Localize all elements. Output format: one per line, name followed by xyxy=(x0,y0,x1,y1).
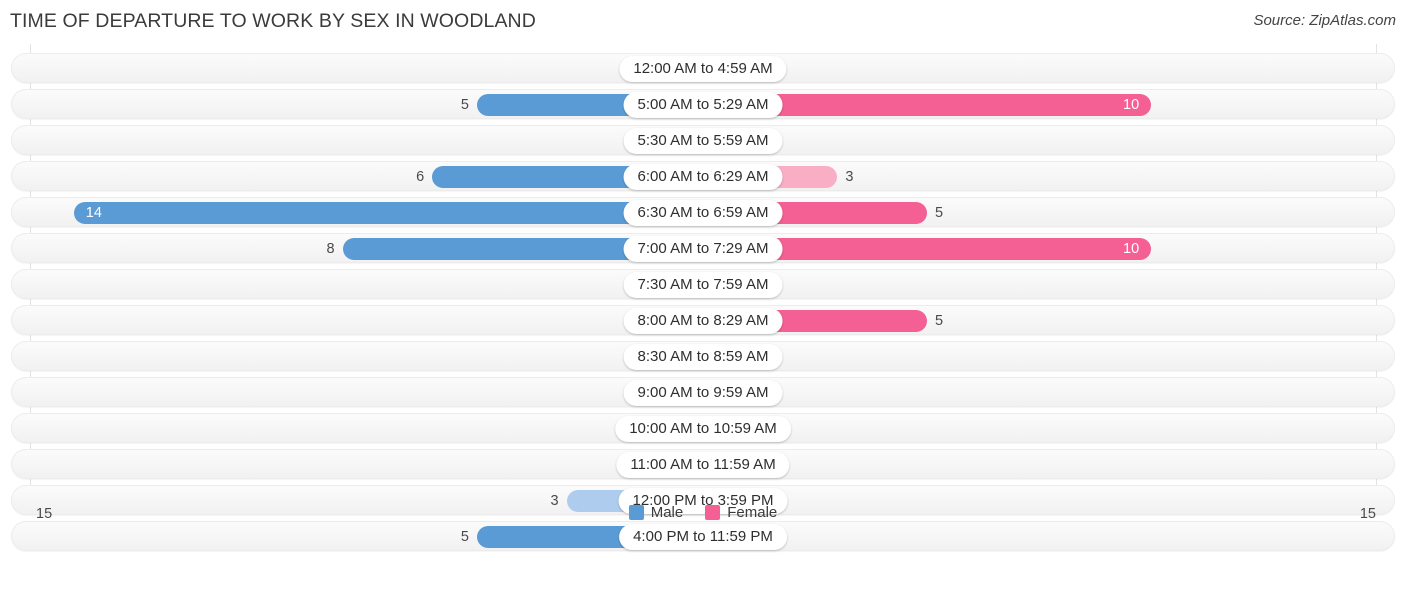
table-row: 117:30 AM to 7:59 AM xyxy=(11,269,1395,299)
value-label-female: 10 xyxy=(1123,97,1140,113)
table-row: 6 3 6:00 AM to 6:29 AM xyxy=(11,161,1395,191)
value-label-male: 5 xyxy=(460,97,469,113)
page-title: TIME OF DEPARTURE TO WORK BY SEX IN WOOD… xyxy=(10,10,536,32)
legend-swatch-male xyxy=(628,505,644,520)
category-label-pill: 10:00 AM to 10:59 AM xyxy=(615,416,791,442)
category-label-pill: 12:00 AM to 4:59 AM xyxy=(619,56,787,82)
value-label-female: 5 xyxy=(935,205,944,221)
legend-item-male[interactable]: Male xyxy=(628,504,684,521)
category-label-pill: 7:00 AM to 7:29 AM xyxy=(623,236,783,262)
category-label-pill: 11:00 AM to 11:59 AM xyxy=(616,452,790,478)
table-row: 058:00 AM to 8:29 AM xyxy=(11,305,1395,335)
table-row: 008:30 AM to 8:59 AM xyxy=(11,341,1395,371)
value-label-female: 3 xyxy=(845,169,854,185)
source-attribution: Source: ZipAtlas.com xyxy=(1253,12,1396,29)
table-row: 009:00 AM to 9:59 AM xyxy=(11,377,1395,407)
category-label-pill: 4:00 PM to 11:59 PM xyxy=(619,524,787,550)
table-row: 005:30 AM to 5:59 AM xyxy=(11,125,1395,155)
bar-male[interactable] xyxy=(73,202,701,224)
table-row: 0112:00 AM to 4:59 AM xyxy=(11,53,1395,83)
chart-header: TIME OF DEPARTURE TO WORK BY SEX IN WOOD… xyxy=(0,0,1406,44)
category-label-pill: 6:30 AM to 6:59 AM xyxy=(623,200,783,226)
legend-label-male: Male xyxy=(650,504,684,521)
chart-legend: Male Female xyxy=(0,504,1406,521)
category-label-pill: 5:00 AM to 5:29 AM xyxy=(623,92,783,118)
category-label-pill: 7:30 AM to 7:59 AM xyxy=(623,272,783,298)
table-row: 5 10 5:00 AM to 5:29 AM xyxy=(11,89,1395,119)
category-label-pill: 6:00 AM to 6:29 AM xyxy=(623,164,783,190)
category-label-pill: 5:30 AM to 5:59 AM xyxy=(623,128,783,154)
category-label-pill: 8:30 AM to 8:59 AM xyxy=(623,344,783,370)
table-row: 0011:00 AM to 11:59 AM xyxy=(11,449,1395,479)
value-label-female: 5 xyxy=(935,313,944,329)
legend-swatch-female xyxy=(705,505,721,520)
value-label-male: 14 xyxy=(85,205,102,221)
value-label-male: 8 xyxy=(326,241,335,257)
table-row: 0010:00 AM to 10:59 AM xyxy=(11,413,1395,443)
category-label-pill: 9:00 AM to 9:59 AM xyxy=(623,380,783,406)
legend-item-female[interactable]: Female xyxy=(705,504,777,521)
value-label-female: 10 xyxy=(1123,241,1140,257)
category-label-pill: 8:00 AM to 8:29 AM xyxy=(623,308,783,334)
table-row: 8 10 7:00 AM to 7:29 AM xyxy=(11,233,1395,263)
legend-label-female: Female xyxy=(727,504,778,521)
value-label-male: 6 xyxy=(416,169,425,185)
table-row: 504:00 PM to 11:59 PM xyxy=(11,521,1395,551)
table-row: 14 5 6:30 AM to 6:59 AM xyxy=(11,197,1395,227)
value-label-male: 5 xyxy=(460,529,469,545)
chart-plot-area: 0112:00 AM to 4:59 AM 5 10 5:00 AM to 5:29 … xyxy=(0,44,1406,552)
